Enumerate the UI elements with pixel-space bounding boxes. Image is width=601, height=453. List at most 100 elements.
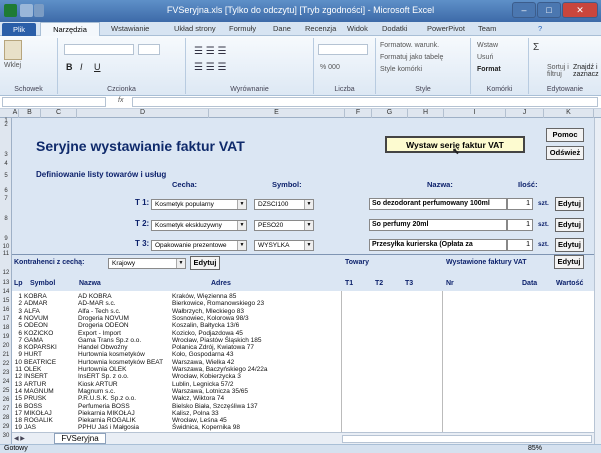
row-header[interactable]: 20 (0, 343, 12, 349)
row-header[interactable]: 3 (0, 152, 12, 158)
tab-formulas[interactable]: Formuły (229, 24, 256, 33)
conditional-formatting[interactable]: Formatow. warunk. (380, 42, 439, 49)
nazwa-field[interactable]: So dezodorant perfumowany 100ml (369, 198, 507, 210)
edit-button[interactable]: Edytuj (555, 218, 584, 232)
edit-kontrahenci-button[interactable]: Edytuj (190, 256, 220, 270)
row-header[interactable]: 2 (0, 122, 12, 128)
horizontal-scrollbar[interactable] (342, 435, 592, 443)
column-header[interactable]: I (444, 109, 506, 118)
column-header[interactable]: J (506, 109, 544, 118)
row-header[interactable]: 4 (0, 161, 12, 167)
chevron-down-icon[interactable]: ▼ (304, 221, 313, 230)
tab-review[interactable]: Recenzja (305, 24, 336, 33)
edit-faktury-button[interactable]: Edytuj (554, 255, 584, 269)
row-header[interactable]: 16 (0, 307, 12, 313)
fx-icon[interactable]: fx (118, 97, 123, 104)
row-header[interactable]: 7 (0, 196, 12, 202)
row-header[interactable]: 17 (0, 316, 12, 322)
column-header[interactable]: D (77, 109, 209, 118)
column-header[interactable]: C (41, 109, 77, 118)
column-header[interactable]: F (345, 109, 372, 118)
row-header[interactable]: 5 (0, 173, 12, 179)
row-header[interactable]: 27 (0, 406, 12, 412)
edit-button[interactable]: Edytuj (555, 238, 584, 252)
cell-styles[interactable]: Style komórki (380, 66, 422, 73)
formula-input[interactable] (132, 97, 598, 107)
symbol-select[interactable]: DZSCI100 ▼ (254, 199, 314, 210)
row-header[interactable]: 14 (0, 289, 12, 295)
tab-team[interactable]: Team (478, 24, 496, 33)
sort-filter-button[interactable]: Sortuj i filtruj (547, 64, 571, 78)
row-header[interactable]: 9 (0, 236, 12, 242)
format-button[interactable]: Format (477, 66, 501, 73)
row-header[interactable]: 23 (0, 370, 12, 376)
insert-button[interactable]: Wstaw (477, 42, 498, 49)
tab-data[interactable]: Dane (273, 24, 291, 33)
tab-page-layout[interactable]: Układ strony (174, 24, 216, 33)
row-header[interactable]: 11 (0, 251, 12, 257)
chevron-down-icon[interactable]: ▼ (304, 200, 313, 209)
tab-view[interactable]: Widok (347, 24, 368, 33)
column-header[interactable]: B (19, 109, 41, 118)
close-button[interactable]: ✕ (562, 2, 598, 18)
ilosc-field[interactable]: 1 (507, 239, 533, 251)
pomoc-button[interactable]: Pomoc (546, 128, 584, 142)
align-icon[interactable]: ☰ ☰ ☰ (194, 46, 226, 57)
row-header[interactable]: 15 (0, 298, 12, 304)
column-header[interactable]: H (408, 109, 444, 118)
row-header[interactable]: 6 (0, 188, 12, 194)
row-header[interactable]: 8 (0, 216, 12, 222)
indent-icon[interactable]: ☰ ☰ ☰ (194, 62, 226, 73)
tab-file[interactable]: Plik (2, 23, 36, 36)
column-header[interactable]: A (12, 109, 19, 118)
paste-icon[interactable] (4, 40, 22, 60)
cecha-select[interactable]: Opakowanie prezentowe ▼ (151, 240, 247, 251)
row-header[interactable]: 19 (0, 334, 12, 340)
chevron-down-icon[interactable]: ▼ (176, 259, 185, 268)
paste-label[interactable]: Wklej (4, 62, 21, 69)
row-header[interactable]: 21 (0, 352, 12, 358)
chevron-down-icon[interactable]: ▼ (237, 241, 246, 250)
chevron-down-icon[interactable]: ▼ (304, 241, 313, 250)
tab-home[interactable]: Narzędzia główne (40, 22, 100, 47)
column-header[interactable]: G (372, 109, 408, 118)
help-icon[interactable]: ? (538, 24, 542, 33)
odswiez-button[interactable]: Odśwież (546, 146, 584, 160)
worksheet[interactable]: Seryjne wystawianie faktur VAT Pomoc Odś… (12, 118, 594, 432)
symbol-select[interactable]: PESO20 ▼ (254, 220, 314, 231)
row-header[interactable]: 24 (0, 379, 12, 385)
symbol-select[interactable]: WYSYLKA ▼ (254, 240, 314, 251)
format-as-table[interactable]: Formatuj jako tabelę (380, 54, 443, 61)
font-size-select[interactable] (138, 44, 160, 55)
row-header[interactable]: 18 (0, 325, 12, 331)
zoom-level[interactable]: 85% (528, 445, 542, 452)
sum-icon[interactable]: Σ (533, 42, 539, 53)
tab-powerpivot[interactable]: PowerPivot (427, 24, 465, 33)
row-header[interactable]: 12 (0, 270, 12, 276)
bold-button[interactable]: B (66, 62, 73, 72)
ilosc-field[interactable]: 1 (507, 198, 533, 210)
column-header[interactable]: K (544, 109, 594, 118)
number-format-select[interactable] (318, 44, 368, 55)
percent-format[interactable]: % 000 (320, 64, 340, 71)
row-header[interactable]: 22 (0, 361, 12, 367)
sheet-tab[interactable]: FVSeryjna (54, 433, 106, 444)
italic-button[interactable]: I (80, 62, 83, 72)
find-select-button[interactable]: Znajdź i zaznacz (573, 64, 601, 78)
name-box[interactable] (2, 97, 106, 107)
cecha-select[interactable]: Kosmetyk popularny ▼ (151, 199, 247, 210)
row-header[interactable]: 30 (0, 433, 12, 439)
chevron-down-icon[interactable]: ▼ (237, 200, 246, 209)
tab-insert[interactable]: Wstawianie (111, 24, 149, 33)
row-header[interactable]: 25 (0, 388, 12, 394)
nazwa-field[interactable]: Przesyłka kurierska (Opłata za (369, 239, 507, 251)
vertical-scrollbar[interactable] (594, 118, 601, 444)
list-item[interactable]: 19 JAS PPHU Jaś i Małgosia Świdnica, Kopern… (12, 424, 342, 432)
minimize-button[interactable]: – (512, 2, 536, 18)
row-header[interactable]: 29 (0, 424, 12, 430)
row-header[interactable]: 10 (0, 244, 12, 250)
tab-addins[interactable]: Dodatki (382, 24, 407, 33)
maximize-button[interactable]: □ (537, 2, 561, 18)
row-header[interactable]: 28 (0, 415, 12, 421)
delete-button[interactable]: Usuń (477, 54, 493, 61)
